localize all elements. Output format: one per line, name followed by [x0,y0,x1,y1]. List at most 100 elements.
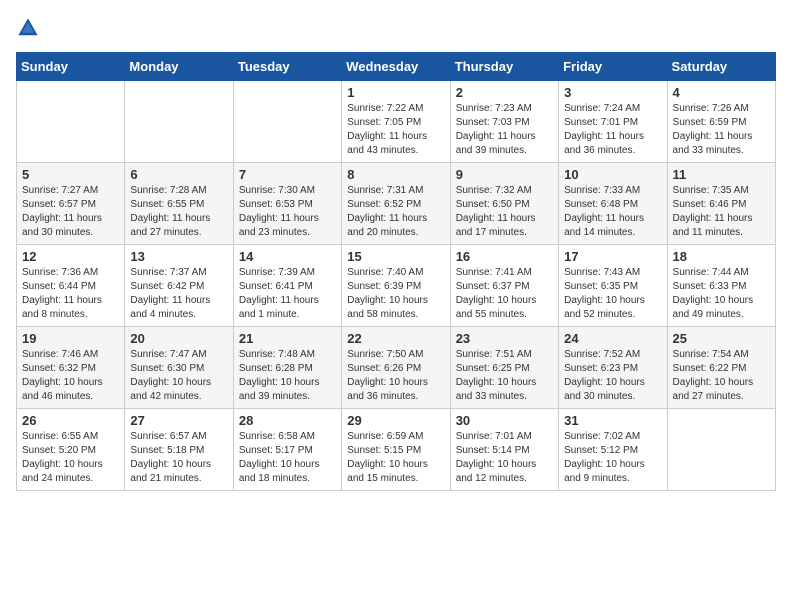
calendar: SundayMondayTuesdayWednesdayThursdayFrid… [16,52,776,491]
day-cell: 6 Sunrise: 7:28 AM Sunset: 6:55 PM Daylig… [125,163,233,245]
day-number: 19 [22,331,119,346]
day-info: Sunrise: 7:31 AM Sunset: 6:52 PM Dayligh… [347,184,444,240]
day-cell: 18 Sunrise: 7:44 AM Sunset: 6:33 PM Dayli… [667,245,775,327]
day-number: 26 [22,413,119,428]
day-cell: 31 Sunrise: 7:02 AM Sunset: 5:12 PM Dayli… [559,409,667,491]
day-cell: 3Sunrise: 7:24 AM Sunset: 7:01 PM Daylig… [559,81,667,163]
day-cell: 14 Sunrise: 7:39 AM Sunset: 6:41 PM Dayli… [233,245,341,327]
day-number: 4 [673,85,770,100]
day-info: Sunrise: 7:52 AM Sunset: 6:23 PM Dayligh… [564,348,661,404]
weekday-header-tuesday: Tuesday [233,53,341,81]
day-number: 12 [22,249,119,264]
day-number: 3 [564,85,661,100]
day-cell: 29 Sunrise: 6:59 AM Sunset: 5:15 PM Dayli… [342,409,450,491]
weekday-header-sunday: Sunday [17,53,125,81]
week-row-2: 5 Sunrise: 7:27 AM Sunset: 6:57 PM Daylig… [17,163,776,245]
day-number: 10 [564,167,661,182]
weekday-header-wednesday: Wednesday [342,53,450,81]
day-info: Sunrise: 7:23 AM Sunset: 7:03 PM Dayligh… [456,102,553,158]
day-number: 5 [22,167,119,182]
day-cell: 4 Sunrise: 7:26 AM Sunset: 6:59 PM Daylig… [667,81,775,163]
day-info: Sunrise: 7:39 AM Sunset: 6:41 PM Dayligh… [239,266,336,322]
day-info: Sunrise: 7:26 AM Sunset: 6:59 PM Dayligh… [673,102,770,158]
day-cell: 26 Sunrise: 6:55 AM Sunset: 5:20 PM Dayli… [17,409,125,491]
day-cell: 25Sunrise: 7:54 AM Sunset: 6:22 PM Dayli… [667,327,775,409]
day-info: Sunrise: 7:36 AM Sunset: 6:44 PM Dayligh… [22,266,119,322]
day-cell: 28 Sunrise: 6:58 AM Sunset: 5:17 PM Dayli… [233,409,341,491]
day-number: 16 [456,249,553,264]
day-info: Sunrise: 7:02 AM Sunset: 5:12 PM Dayligh… [564,430,661,486]
day-number: 30 [456,413,553,428]
day-number: 1 [347,85,444,100]
day-info: Sunrise: 7:46 AM Sunset: 6:32 PM Dayligh… [22,348,119,404]
day-info: Sunrise: 6:59 AM Sunset: 5:15 PM Dayligh… [347,430,444,486]
day-info: Sunrise: 7:01 AM Sunset: 5:14 PM Dayligh… [456,430,553,486]
day-info: Sunrise: 7:32 AM Sunset: 6:50 PM Dayligh… [456,184,553,240]
day-info: Sunrise: 7:30 AM Sunset: 6:53 PM Dayligh… [239,184,336,240]
day-info: Sunrise: 7:35 AM Sunset: 6:46 PM Dayligh… [673,184,770,240]
day-info: Sunrise: 7:28 AM Sunset: 6:55 PM Dayligh… [130,184,227,240]
day-number: 14 [239,249,336,264]
weekday-header-row: SundayMondayTuesdayWednesdayThursdayFrid… [17,53,776,81]
week-row-5: 26 Sunrise: 6:55 AM Sunset: 5:20 PM Dayli… [17,409,776,491]
day-number: 29 [347,413,444,428]
day-number: 22 [347,331,444,346]
day-number: 31 [564,413,661,428]
day-number: 6 [130,167,227,182]
day-cell: 23 Sunrise: 7:51 AM Sunset: 6:25 PM Dayli… [450,327,558,409]
day-info: Sunrise: 7:50 AM Sunset: 6:26 PM Dayligh… [347,348,444,404]
day-cell: 22 Sunrise: 7:50 AM Sunset: 6:26 PM Dayli… [342,327,450,409]
day-cell: 21 Sunrise: 7:48 AM Sunset: 6:28 PM Dayli… [233,327,341,409]
day-number: 21 [239,331,336,346]
day-cell: 16Sunrise: 7:41 AM Sunset: 6:37 PM Dayli… [450,245,558,327]
day-info: Sunrise: 7:33 AM Sunset: 6:48 PM Dayligh… [564,184,661,240]
day-info: Sunrise: 6:58 AM Sunset: 5:17 PM Dayligh… [239,430,336,486]
week-row-1: 1 Sunrise: 7:22 AM Sunset: 7:05 PM Daylig… [17,81,776,163]
day-info: Sunrise: 7:48 AM Sunset: 6:28 PM Dayligh… [239,348,336,404]
day-cell: 12 Sunrise: 7:36 AM Sunset: 6:44 PM Dayli… [17,245,125,327]
day-cell [125,81,233,163]
day-cell: 19 Sunrise: 7:46 AM Sunset: 6:32 PM Dayli… [17,327,125,409]
logo-icon [16,16,40,40]
day-cell: 11 Sunrise: 7:35 AM Sunset: 6:46 PM Dayli… [667,163,775,245]
day-info: Sunrise: 6:55 AM Sunset: 5:20 PM Dayligh… [22,430,119,486]
day-cell: 17Sunrise: 7:43 AM Sunset: 6:35 PM Dayli… [559,245,667,327]
day-number: 2 [456,85,553,100]
day-number: 8 [347,167,444,182]
day-cell: 8 Sunrise: 7:31 AM Sunset: 6:52 PM Daylig… [342,163,450,245]
day-number: 27 [130,413,227,428]
day-number: 9 [456,167,553,182]
day-cell: 1 Sunrise: 7:22 AM Sunset: 7:05 PM Daylig… [342,81,450,163]
day-cell: 9 Sunrise: 7:32 AM Sunset: 6:50 PM Daylig… [450,163,558,245]
day-number: 11 [673,167,770,182]
week-row-4: 19 Sunrise: 7:46 AM Sunset: 6:32 PM Dayli… [17,327,776,409]
day-info: Sunrise: 7:40 AM Sunset: 6:39 PM Dayligh… [347,266,444,322]
week-row-3: 12 Sunrise: 7:36 AM Sunset: 6:44 PM Dayli… [17,245,776,327]
day-info: Sunrise: 7:51 AM Sunset: 6:25 PM Dayligh… [456,348,553,404]
day-info: Sunrise: 7:44 AM Sunset: 6:33 PM Dayligh… [673,266,770,322]
day-info: Sunrise: 7:43 AM Sunset: 6:35 PM Dayligh… [564,266,661,322]
day-cell: 15Sunrise: 7:40 AM Sunset: 6:39 PM Dayli… [342,245,450,327]
day-info: Sunrise: 7:37 AM Sunset: 6:42 PM Dayligh… [130,266,227,322]
day-number: 18 [673,249,770,264]
day-cell: 2 Sunrise: 7:23 AM Sunset: 7:03 PM Daylig… [450,81,558,163]
page-header [16,16,776,40]
day-info: Sunrise: 7:22 AM Sunset: 7:05 PM Dayligh… [347,102,444,158]
day-number: 28 [239,413,336,428]
day-cell: 13 Sunrise: 7:37 AM Sunset: 6:42 PM Dayli… [125,245,233,327]
day-cell: 10 Sunrise: 7:33 AM Sunset: 6:48 PM Dayli… [559,163,667,245]
day-number: 24 [564,331,661,346]
logo [16,16,44,40]
day-info: Sunrise: 6:57 AM Sunset: 5:18 PM Dayligh… [130,430,227,486]
day-number: 25 [673,331,770,346]
day-info: Sunrise: 7:47 AM Sunset: 6:30 PM Dayligh… [130,348,227,404]
day-cell: 5 Sunrise: 7:27 AM Sunset: 6:57 PM Daylig… [17,163,125,245]
weekday-header-friday: Friday [559,53,667,81]
day-cell [17,81,125,163]
day-number: 13 [130,249,227,264]
day-number: 7 [239,167,336,182]
day-info: Sunrise: 7:27 AM Sunset: 6:57 PM Dayligh… [22,184,119,240]
day-cell: 7 Sunrise: 7:30 AM Sunset: 6:53 PM Daylig… [233,163,341,245]
day-number: 23 [456,331,553,346]
day-cell: 30 Sunrise: 7:01 AM Sunset: 5:14 PM Dayli… [450,409,558,491]
